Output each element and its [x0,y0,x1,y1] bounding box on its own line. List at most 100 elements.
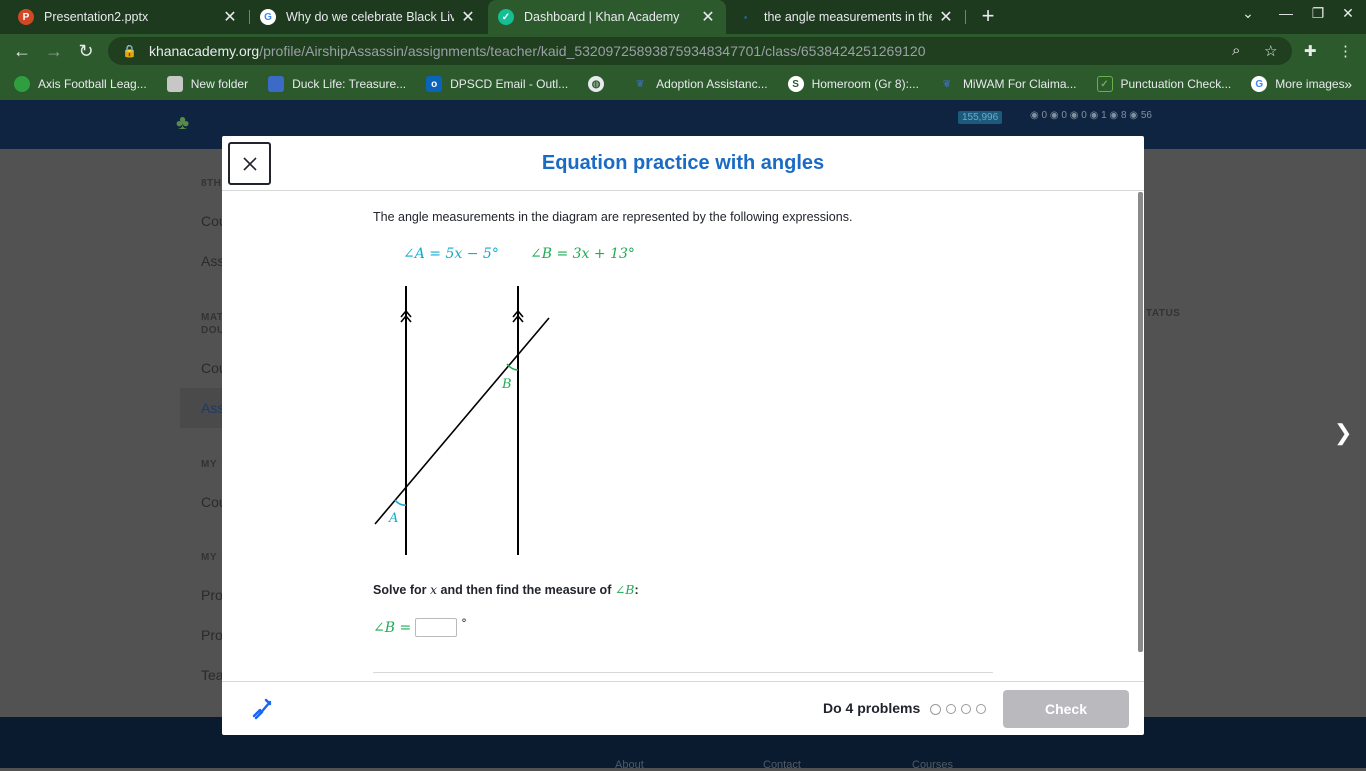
khan-logo-icon[interactable]: ♣ [176,112,206,136]
khan-academy-icon: ✓ [498,9,514,25]
powerpoint-icon: P [18,9,34,25]
lock-icon: 🔒 [122,44,137,58]
sidebar-item[interactable]: Tea [201,667,224,683]
badge-counts: ◉ 0 ◉ 0 ◉ 0 ◉ 1 ◉ 8 ◉ 56 [1030,110,1152,121]
sidebar-heading: MAT [201,312,224,323]
tab-search-icon[interactable]: ⌄ [1236,5,1260,22]
angle-a-expression: ∠A = 5x − 5° [403,246,499,262]
bookmark-axis-football[interactable]: Axis Football Leag... [14,76,147,92]
restore-icon[interactable]: ❐ [1306,5,1330,22]
bookmark-more-images[interactable]: G More images [1251,76,1345,92]
progress-dot [930,704,941,715]
tab-title: the angle measurements in the d [764,10,932,24]
sidebar-item-selected[interactable]: Ass [201,400,224,416]
energy-points: 155,996 [958,111,1003,124]
status-column-header: TATUS [1146,308,1181,319]
menu-icon[interactable]: ⋮ [1338,42,1353,60]
tab-black-lives[interactable]: G Why do we celebrate Black Lives ✕ [250,0,486,34]
solve-instruction: Solve for x and then find the measure of… [373,582,639,597]
bookmark-adoption[interactable]: ❦ Adoption Assistanc... [632,76,768,92]
content-divider [373,672,993,673]
bookmark-label: DPSCD Email - Outl... [450,77,569,91]
problem-progress-dots [930,704,986,715]
degree-unit: ° [461,617,467,630]
bookmark-label: Axis Football Leag... [38,77,147,91]
address-bar[interactable]: 🔒 khanacademy.org/profile/AirshipAssassi… [108,37,1292,65]
badge-count: 8 [1120,110,1127,121]
bookmark-label: Homeroom (Gr 8):... [811,77,919,91]
forward-icon[interactable]: → [42,39,66,63]
angle-a-arc [394,499,407,506]
loading-icon: · [743,9,749,25]
scratchpad-icon[interactable] [250,696,274,720]
exercise-modal: Equation practice with angles The angle … [222,136,1144,735]
bookmark-miwam[interactable]: ❦ MiWAM For Claima... [939,76,1077,92]
close-window-icon[interactable]: ✕ [1336,5,1360,22]
folder-icon [166,76,183,92]
bookmark-homeroom[interactable]: S Homeroom (Gr 8):... [787,76,919,92]
footer-link[interactable]: Courses [912,759,953,771]
bookmark-label: Adoption Assistanc... [656,77,768,91]
google-icon: G [260,9,276,25]
extensions-icon[interactable]: ✚ [1304,42,1317,60]
close-tab-icon[interactable]: ✕ [700,7,716,27]
bookmark-label: MiWAM For Claima... [962,77,1077,91]
parallel-lines-diagram: A B [374,286,550,555]
duck-life-icon [268,76,285,92]
modal-footer: Do 4 problems Check [222,681,1144,735]
tab-dashboard[interactable]: ✓ Dashboard | Khan Academy ✕ [488,0,726,34]
more-bookmarks-icon[interactable]: » [1344,76,1352,92]
bookmark-globe[interactable]: ◍ [588,76,612,92]
solve-text: Solve for [373,583,430,597]
badge-count: 0 [1081,110,1087,121]
minimize-icon[interactable]: — [1274,5,1298,21]
scrollbar[interactable] [1138,192,1143,652]
sidebar-item[interactable]: Pro [201,587,223,603]
footer-link[interactable]: Contact [763,759,801,771]
bookmark-punctuation[interactable]: ✓ Punctuation Check... [1096,76,1231,92]
sidebar-item[interactable]: Pro [201,627,223,643]
tab-title: Presentation2.pptx [44,10,149,24]
badge-count: 56 [1140,110,1152,121]
sidebar-heading: 8TH [201,178,222,189]
bookmark-new-folder[interactable]: New folder [166,76,248,92]
footer-link[interactable]: About [615,759,644,771]
sidebar-item[interactable]: Ass [201,253,224,269]
progress-label: Do 4 problems [823,700,921,716]
tab-angle-search[interactable]: · the angle measurements in the d ✕ [728,0,964,34]
sidebar-heading: MY [201,459,217,470]
modal-title: Equation practice with angles [541,152,825,174]
tab-title: Why do we celebrate Black Lives [286,10,454,24]
solve-variable: x [429,582,438,597]
answer-input[interactable] [415,618,458,637]
punctuation-icon: ✓ [1096,76,1113,92]
bookmark-label: More images [1275,77,1345,91]
chevron-right-icon[interactable]: ❯ [1334,420,1352,446]
back-icon[interactable]: ← [10,39,34,63]
bookmark-duck-life[interactable]: Duck Life: Treasure... [268,76,406,92]
angle-a-label: A [388,511,398,526]
angle-b-expression: ∠B = 3x + 13° [530,246,635,262]
sidebar-heading: MY [201,552,217,563]
reload-icon[interactable]: ↻ [74,39,98,63]
bookmark-dpscd-email[interactable]: o DPSCD Email - Outl... [426,76,568,92]
browser-toolbar: ← → ↻ 🔒 khanacademy.org/profile/AirshipA… [0,34,1366,68]
progress-dot [961,704,971,714]
tab-presentation[interactable]: P Presentation2.pptx ✕ [8,0,248,34]
url-path: /profile/AirshipAssassin/assignments/tea… [259,43,926,59]
badge-count: 1 [1101,110,1107,121]
bookmark-star-icon[interactable]: ☆ [1264,42,1277,60]
new-tab-button[interactable]: + [976,4,1000,28]
solve-text: and then find the measure of [437,583,615,597]
zoom-icon[interactable]: ⌕ [1232,42,1240,59]
close-tab-icon[interactable]: ✕ [938,7,954,27]
check-button[interactable]: Check [1003,690,1129,728]
google-icon: G [1251,76,1268,92]
green-circle-icon [14,76,30,92]
close-tab-icon[interactable]: ✕ [460,7,476,27]
answer-row: ∠B = ° [373,617,467,637]
problem-prompt: The angle measurements in the diagram ar… [373,210,853,224]
schoology-icon: S [787,76,804,92]
close-tab-icon[interactable]: ✕ [222,7,238,27]
miwam-icon: ❦ [942,78,952,90]
